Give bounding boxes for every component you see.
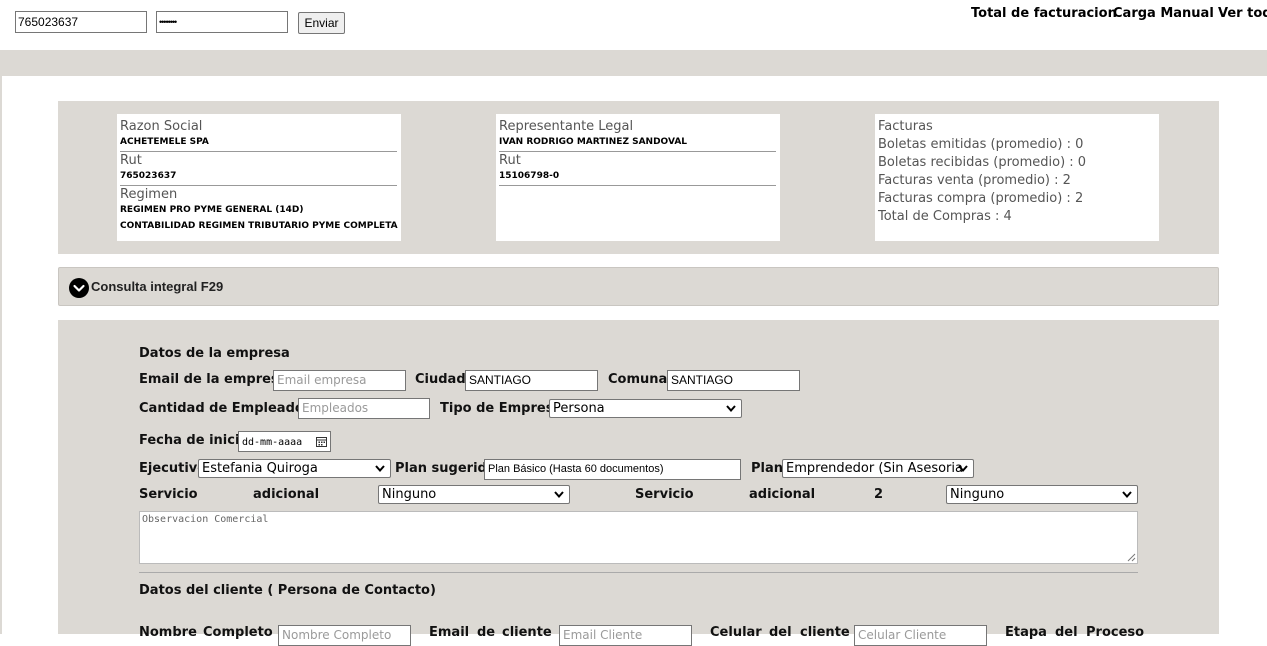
regimen-value-1: REGIMEN PRO PYME GENERAL (14D) bbox=[120, 205, 304, 215]
rut-value: 765023637 bbox=[120, 170, 397, 186]
nav-ver-todo[interactable]: Ver todo bbox=[1218, 6, 1267, 21]
ejecutivo-label: Ejecutivo bbox=[139, 461, 207, 476]
plan-label: Plan bbox=[751, 461, 784, 476]
rep-rut-label: Rut bbox=[499, 153, 521, 168]
fecha-placeholder: dd-mm-aaaa bbox=[242, 437, 303, 448]
celular-input[interactable]: Celular Cliente bbox=[854, 625, 987, 646]
stat-total-compras: Total de Compras : 4 bbox=[878, 209, 1012, 224]
accordion-title[interactable]: Consulta integral F29 bbox=[91, 279, 223, 294]
tipo-empresa-label: Tipo de Empresa bbox=[440, 401, 563, 416]
servicio-adicional-label-w1: Servicio bbox=[139, 487, 198, 502]
rut-input[interactable]: 765023637 bbox=[15, 11, 147, 33]
stat-boletas-recibidas: Boletas recibidas (promedio) : 0 bbox=[878, 155, 1087, 170]
celular-label-w1: Celular bbox=[710, 625, 762, 640]
chevron-down-icon bbox=[958, 465, 968, 473]
nav-carga-manual[interactable]: Carga Manual bbox=[1113, 6, 1214, 21]
servicio-adicional-2-select[interactable]: Ninguno bbox=[946, 485, 1138, 504]
empleados-input[interactable]: Empleados bbox=[298, 398, 430, 419]
observacion-textarea[interactable]: Observacion Comercial bbox=[139, 511, 1138, 564]
email-cliente-input[interactable]: Email Cliente bbox=[559, 625, 692, 646]
nombre-completo-label-w1: Nombre bbox=[139, 625, 197, 640]
section-empresa-title: Datos de la empresa bbox=[139, 346, 290, 361]
etapa-label-w2: del bbox=[1055, 625, 1078, 640]
razon-social-label: Razon Social bbox=[120, 119, 203, 134]
servicio-adicional-2-label-w3: 2 bbox=[874, 487, 884, 502]
stat-facturas-venta: Facturas venta (promedio) : 2 bbox=[878, 173, 1071, 188]
representative-card: Representante Legal IVAN RODRIGO MARTINE… bbox=[496, 114, 780, 241]
comuna-input[interactable]: SANTIAGO bbox=[667, 370, 800, 391]
resize-handle-icon[interactable] bbox=[1127, 553, 1136, 562]
nombre-completo-input[interactable]: Nombre Completo bbox=[278, 625, 411, 646]
submit-button[interactable]: Enviar bbox=[298, 12, 345, 34]
facturas-card: Facturas Boletas emitidas (promedio) : 0… bbox=[875, 114, 1159, 241]
regimen-label: Regimen bbox=[120, 187, 178, 202]
stat-boletas-emitidas: Boletas emitidas (promedio) : 0 bbox=[878, 137, 1084, 152]
plan-sugerido-label: Plan sugerido bbox=[395, 461, 496, 476]
section-cliente-title: Datos del cliente ( Persona de Contacto) bbox=[139, 583, 436, 598]
etapa-label-w3: Proceso bbox=[1086, 625, 1145, 640]
chevron-down-icon[interactable] bbox=[69, 278, 89, 298]
ciudad-label: Ciudad bbox=[415, 372, 466, 387]
email-cliente-label-w3: cliente bbox=[502, 625, 552, 640]
regimen-value-2: CONTABILIDAD REGIMEN TRIBUTARIO PYME COM… bbox=[120, 221, 398, 231]
email-empresa-input[interactable]: Email empresa bbox=[273, 370, 406, 391]
etapa-label-w1: Etapa bbox=[1005, 625, 1047, 640]
celular-label-w2: del bbox=[769, 625, 792, 640]
fecha-inicio-label: Fecha de inicio bbox=[139, 433, 249, 448]
chevron-down-icon bbox=[726, 405, 736, 413]
empleados-label: Cantidad de Empleados bbox=[139, 401, 312, 416]
servicio-adicional-value: Ninguno bbox=[382, 487, 437, 502]
ejecutivo-value: Estefania Quiroga bbox=[202, 461, 318, 476]
chevron-down-icon bbox=[375, 465, 385, 473]
email-empresa-label: Email de la empresa bbox=[139, 372, 288, 387]
servicio-adicional-label-w2: adicional bbox=[253, 487, 320, 502]
header-divider-strip bbox=[0, 50, 1267, 76]
plan-select[interactable]: Emprendedor (Sin Asesoria bbox=[782, 459, 974, 478]
representante-label: Representante Legal bbox=[499, 119, 634, 134]
company-card: Razon Social ACHETEMELE SPA Rut 76502363… bbox=[117, 114, 401, 241]
servicio-adicional-2-label-w1: Servicio bbox=[635, 487, 694, 502]
plan-value: Emprendedor (Sin Asesoria bbox=[786, 461, 963, 476]
facturas-title: Facturas bbox=[878, 119, 933, 134]
representante-value: IVAN RODRIGO MARTINEZ SANDOVAL bbox=[499, 136, 776, 152]
chevron-down-icon bbox=[1122, 491, 1132, 499]
servicio-adicional-select[interactable]: Ninguno bbox=[378, 485, 570, 504]
password-input[interactable]: •••••••• bbox=[156, 11, 288, 33]
email-cliente-label-w1: Email bbox=[429, 625, 470, 640]
consulta-f29-accordion[interactable]: Consulta integral F29 bbox=[58, 267, 1219, 306]
calendar-icon[interactable] bbox=[316, 436, 327, 447]
fecha-inicio-input[interactable]: dd-mm-aaaa bbox=[238, 431, 331, 452]
ciudad-input[interactable]: SANTIAGO bbox=[465, 370, 598, 391]
plan-sugerido-input[interactable]: Plan Básico (Hasta 60 documentos) bbox=[484, 459, 741, 480]
email-cliente-label-w2: de bbox=[477, 625, 496, 640]
stat-facturas-compra: Facturas compra (promedio) : 2 bbox=[878, 191, 1084, 206]
observacion-placeholder: Observacion Comercial bbox=[142, 514, 269, 525]
chevron-down-icon bbox=[554, 491, 564, 499]
section-divider bbox=[139, 572, 1138, 573]
comuna-label: Comuna bbox=[608, 372, 668, 387]
top-bar: 765023637 •••••••• Enviar Total de factu… bbox=[0, 0, 1267, 50]
razon-social-value: ACHETEMELE SPA bbox=[120, 136, 397, 152]
ejecutivo-select[interactable]: Estefania Quiroga bbox=[198, 459, 391, 478]
rut-label: Rut bbox=[120, 153, 142, 168]
tipo-empresa-value: Persona bbox=[553, 401, 605, 416]
rep-rut-value: 15106798-0 bbox=[499, 170, 776, 186]
servicio-adicional-2-label-w2: adicional bbox=[749, 487, 816, 502]
nombre-completo-label-w2: Completo bbox=[203, 625, 273, 640]
celular-label-w3: cliente bbox=[800, 625, 850, 640]
tipo-empresa-select[interactable]: Persona bbox=[549, 399, 742, 418]
nav-total-facturacion[interactable]: Total de facturacion bbox=[971, 6, 1117, 21]
servicio-adicional-2-value: Ninguno bbox=[950, 487, 1005, 502]
